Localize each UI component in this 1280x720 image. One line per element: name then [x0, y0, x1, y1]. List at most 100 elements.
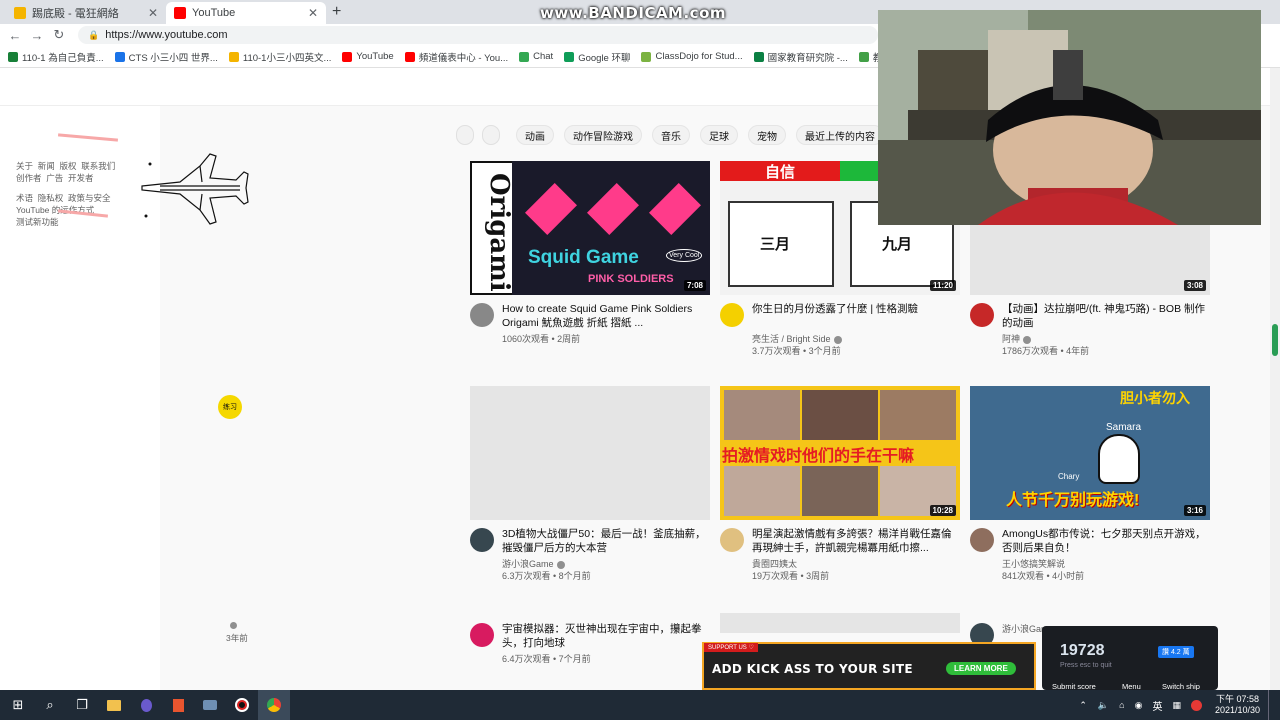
clock[interactable]: 下午 07:58 2021/10/30 — [1215, 694, 1260, 716]
video-card[interactable]: 胆小者勿入 Samara Chary 人节千万别玩游戏! 3:16 AmongUs都… — [970, 386, 1210, 586]
ad-banner[interactable]: SUPPORT US ♡ ADD KICK ASS TO YOUR SITE L… — [702, 642, 1036, 690]
bookmark-label: CTS 小三小四 世界... — [128, 52, 218, 64]
volume-icon[interactable]: 🔈 — [1098, 700, 1109, 711]
verified-icon — [556, 560, 565, 569]
keyboard-icon[interactable]: ▦ — [1172, 700, 1181, 711]
bandicam-record-icon[interactable] — [226, 690, 258, 720]
video-card[interactable]: 3D植物大战僵尸50：最后一战！釜底抽薪，摧毁僵尸后方的大本营 游小浪Game 6.… — [470, 386, 710, 586]
chrome-icon[interactable] — [258, 690, 290, 720]
video-thumbnail[interactable]: 拍激情戏时他们的手在干嘛 10:28 — [720, 386, 960, 520]
system-tray: ⌃ 🔈 ⌂ ◉ 英 ▦ 下午 07:58 2021/10/30 — [1073, 690, 1272, 720]
close-tab-icon[interactable]: ✕ — [308, 6, 318, 20]
video-thumbnail[interactable]: 胆小者勿入 Samara Chary 人节千万别玩游戏! 3:16 — [970, 386, 1210, 520]
tray-antivirus-icon[interactable] — [1190, 699, 1202, 711]
chip-next-button[interactable] — [482, 125, 500, 145]
video-title[interactable]: 宇宙模拟器：灭世神出现在宇宙中，攥起拳头，打向地球 — [502, 622, 707, 650]
thumb-verycool-text: Very Cool — [666, 249, 703, 262]
windows-start-icon[interactable]: ⊞ — [2, 690, 34, 720]
test-new-features-link[interactable]: 测试新功能 — [16, 216, 59, 228]
address-bar[interactable]: 🔒 https://www.youtube.com — [78, 26, 878, 44]
bookmark-favicon-icon — [228, 51, 239, 62]
video-title[interactable]: 明星演起激情戲有多誇張？楊洋肖戰任嘉倫再現紳士手，許凱親完楊冪用紙巾擦... — [752, 527, 957, 555]
filter-chip[interactable]: 宠物 — [748, 125, 786, 145]
filter-chip[interactable]: 音乐 — [652, 125, 690, 145]
filter-chip[interactable]: 足球 — [700, 125, 738, 145]
filter-chip[interactable]: 动画 — [516, 125, 554, 145]
bookmark-item[interactable]: ClassDojo for Stud... — [641, 51, 743, 62]
scroll-thumb[interactable] — [1272, 324, 1278, 356]
bookmark-item[interactable]: 110-1 為自己負責... — [8, 50, 104, 64]
app-icon[interactable] — [194, 690, 226, 720]
video-metadata: 1786万次观看 • 4年前 — [1002, 346, 1090, 356]
video-card[interactable]: Origami Squid Game PINK SOLDIERS Very Co… — [470, 161, 710, 361]
tab-other[interactable]: 踢底殿 - 電狂網絡 ✕ — [6, 2, 166, 24]
tray-chevron-icon[interactable]: ⌃ — [1079, 700, 1087, 711]
channel-avatar[interactable] — [470, 528, 494, 552]
video-title[interactable]: AmongUs都市传说：七夕那天别点开游戏，否则后果自负！ — [1002, 527, 1207, 555]
thumb-caption-text: 拍激情戏时他们的手在干嘛 — [722, 448, 915, 465]
bookmark-item[interactable]: Google 环聊 — [564, 50, 630, 64]
video-title[interactable]: 你生日的月份透露了什麼 | 性格測驗 — [752, 302, 957, 316]
file-explorer-icon[interactable] — [98, 690, 130, 720]
task-view-icon[interactable]: ❐ — [66, 690, 98, 720]
channel-avatar[interactable] — [470, 623, 494, 647]
game-hint: Press esc to quit — [1060, 662, 1112, 669]
video-title[interactable]: 3D植物大战僵尸50：最后一战！釜底抽薪，摧毁僵尸后方的大本营 — [502, 527, 707, 555]
page-scrollbar[interactable] — [1270, 68, 1280, 690]
filter-chip[interactable]: 最近上传的内容 — [796, 125, 884, 145]
video-thumbnail[interactable] — [470, 386, 710, 520]
video-card[interactable]: 宇宙模拟器：灭世神出现在宇宙中，攥起拳头，打向地球 6.4万次观看 • 7个月前 — [470, 613, 710, 690]
verified-icon — [1023, 335, 1032, 344]
learn-more-button[interactable]: LEARN MORE — [946, 662, 1016, 675]
lock-icon: 🔒 — [88, 29, 100, 40]
reload-icon[interactable]: ↻ — [48, 27, 70, 43]
filter-chip[interactable]: 动作冒险游戏 — [564, 125, 642, 145]
video-thumbnail[interactable]: Origami Squid Game PINK SOLDIERS Very Co… — [470, 161, 710, 295]
bookmark-item[interactable]: 國家教育研究院 -... — [753, 50, 848, 64]
back-arrow-icon[interactable]: ← — [4, 28, 26, 43]
video-thumbnail[interactable] — [720, 613, 960, 633]
thumb-month-text: 九月 — [882, 236, 913, 253]
tab-youtube[interactable]: YouTube ✕ — [166, 2, 326, 24]
video-title[interactable]: 【动画】达拉崩吧/(ft. 神鬼巧路) - BOB 制作的动画 — [1002, 302, 1207, 330]
bookmark-item[interactable]: Chat — [519, 51, 553, 62]
bookmark-label: ClassDojo for Stud... — [655, 51, 743, 62]
new-tab-button[interactable]: + — [332, 3, 341, 21]
bookmark-item[interactable]: CTS 小三小四 世界... — [114, 50, 218, 64]
show-desktop-button[interactable] — [1268, 690, 1272, 720]
video-duration: 10:28 — [929, 505, 956, 516]
channel-avatar[interactable] — [720, 528, 744, 552]
channel-avatar[interactable] — [720, 303, 744, 327]
ime-indicator[interactable]: 英 — [1152, 698, 1162, 713]
footer-links-row1[interactable]: 关于 新闻 版权 联系我们 — [16, 160, 115, 172]
channel-avatar[interactable] — [970, 303, 994, 327]
channel-avatar[interactable] — [470, 303, 494, 327]
bookmark-favicon-icon — [564, 51, 575, 62]
video-title[interactable]: How to create Squid Game Pink Soldiers O… — [502, 302, 707, 330]
bookmark-favicon-icon — [114, 51, 125, 62]
channel-avatar[interactable] — [970, 528, 994, 552]
forward-arrow-icon[interactable]: → — [26, 28, 48, 43]
bookmark-item[interactable]: 頻道儀表中心 - You... — [404, 50, 508, 64]
bookmark-item[interactable]: 110-1小三小四英文... — [228, 50, 331, 64]
app-icon[interactable] — [162, 690, 194, 720]
video-metadata: 1060次观看 • 2周前 — [502, 334, 581, 344]
facebook-like-button[interactable]: 讚 4.2 萬 — [1158, 646, 1194, 658]
thumb-top-text: 胆小者勿入 — [1120, 390, 1190, 406]
clock-time: 下午 07:58 — [1215, 694, 1259, 704]
bookmark-favicon-icon — [641, 51, 652, 62]
tray-app-icon[interactable]: ◉ — [1135, 700, 1143, 711]
footer-links-row3[interactable]: 术语 隐私权 政策与安全 — [16, 192, 111, 204]
footer-links-row2[interactable]: 创作者 广告 开发者 — [16, 172, 94, 184]
close-tab-icon[interactable]: ✕ — [148, 6, 158, 20]
network-icon[interactable]: ⌂ — [1119, 700, 1124, 710]
bookmark-item[interactable]: YouTube — [342, 51, 394, 62]
drop-app-icon[interactable] — [130, 690, 162, 720]
video-card[interactable]: 拍激情戏时他们的手在干嘛 10:28 明星演起激情戲有多誇張？楊洋肖戰任嘉倫再現紳… — [720, 386, 960, 586]
game-score: 19728 — [1060, 642, 1105, 659]
chip-prev-button[interactable] — [456, 125, 474, 145]
bookmark-favicon-icon — [8, 51, 18, 62]
tab-title: YouTube — [192, 7, 236, 19]
search-icon[interactable]: ⌕ — [34, 690, 66, 720]
video-metadata: 6.3万次观看 • 8个月前 — [502, 571, 591, 581]
